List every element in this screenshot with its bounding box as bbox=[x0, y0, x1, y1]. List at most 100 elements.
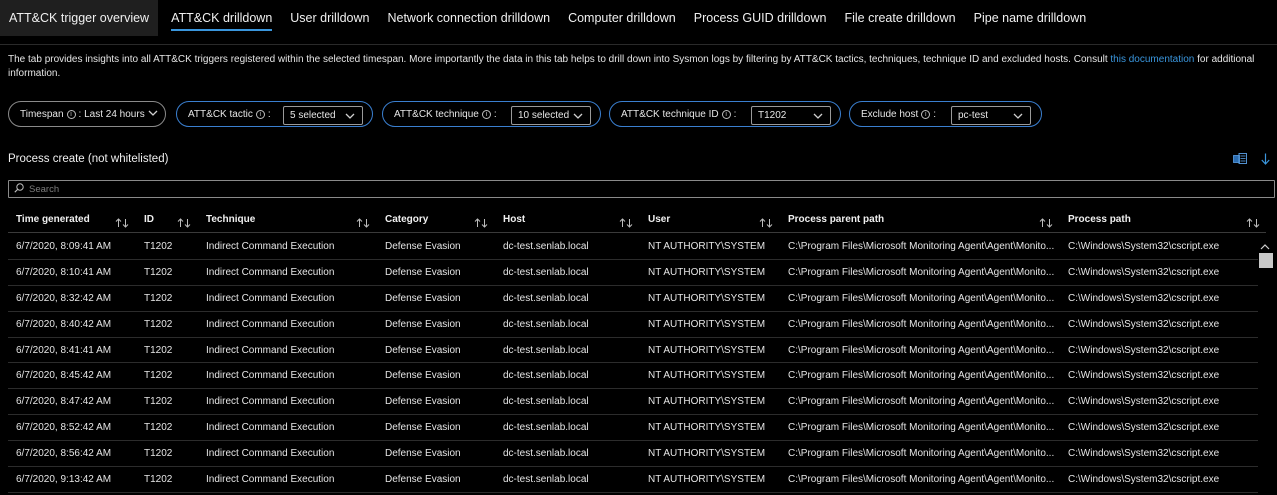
cell-technique: Indirect Command Execution bbox=[206, 422, 335, 434]
table-row[interactable]: 6/7/2020, 8:40:42 AM T1202 Indirect Comman… bbox=[8, 312, 1258, 338]
tab-attack-drilldown[interactable]: ATT&CK drilldown bbox=[162, 0, 281, 36]
search-box bbox=[8, 180, 1275, 198]
attack-technique-label: ATT&CK technique bbox=[394, 108, 479, 120]
table-row[interactable]: 6/7/2020, 8:32:42 AM T1202 Indirect Comman… bbox=[8, 286, 1258, 312]
down-arrow-icon[interactable] bbox=[1261, 152, 1270, 170]
info-icon: i bbox=[255, 109, 265, 119]
colon-separator: : bbox=[733, 108, 737, 120]
cell-process-path: C:\Windows\System32\cscript.exe bbox=[1068, 241, 1220, 252]
tab-network-connection-drilldown[interactable]: Network connection drilldown bbox=[378, 0, 559, 36]
table-row[interactable]: 6/7/2020, 8:09:41 AM T1202 Indirect Comman… bbox=[8, 234, 1258, 260]
cell-category: Defense Evasion bbox=[385, 474, 461, 486]
column-header-time-generated[interactable]: Time generated bbox=[16, 206, 90, 233]
sort-arrows-icon[interactable] bbox=[1039, 215, 1053, 233]
cell-process-path: C:\Windows\System32\cscript.exe bbox=[1068, 448, 1220, 460]
chevron-down-icon bbox=[573, 110, 583, 120]
cell-technique: Indirect Command Execution bbox=[206, 266, 335, 278]
table-row[interactable]: 6/7/2020, 8:56:42 AM T1202 Indirect Comman… bbox=[8, 441, 1258, 468]
cell-id: T1202 bbox=[144, 396, 173, 408]
column-header-category[interactable]: Category bbox=[385, 206, 428, 233]
documentation-link[interactable]: this documentation bbox=[1110, 54, 1194, 65]
colon-separator: : bbox=[933, 108, 937, 120]
chevron-down-icon bbox=[148, 110, 158, 117]
cell-category: Defense Evasion bbox=[385, 370, 461, 382]
section-title: Process create (not whitelisted) bbox=[8, 153, 169, 165]
cell-user: NT AUTHORITY\SYSTEM bbox=[648, 422, 766, 434]
table-row[interactable]: 6/7/2020, 9:13:42 AM T1202 Indirect Comman… bbox=[8, 467, 1258, 493]
sort-arrows-icon[interactable] bbox=[474, 215, 488, 233]
cell-host: dc-test.senlab.local bbox=[503, 241, 589, 252]
cell-technique: Indirect Command Execution bbox=[206, 292, 335, 304]
tab-attack-trigger-overview[interactable]: ATT&CK trigger overview bbox=[0, 0, 159, 36]
cell-process-parent-path: C:\Program Files\Microsoft Monitoring Ag… bbox=[788, 292, 1055, 304]
attack-tactic-label: ATT&CK tactic bbox=[188, 108, 253, 120]
description-body: The tab provides insights into all ATT&C… bbox=[8, 54, 1111, 65]
table-row[interactable]: 6/7/2020, 8:47:42 AM T1202 Indirect Comman… bbox=[8, 389, 1258, 416]
column-header-user[interactable]: User bbox=[648, 206, 670, 233]
cell-host: dc-test.senlab.local bbox=[503, 318, 589, 330]
cell-category: Defense Evasion bbox=[385, 292, 461, 304]
cell-technique: Indirect Command Execution bbox=[206, 318, 335, 330]
column-header-host[interactable]: Host bbox=[503, 206, 525, 233]
sort-arrows-icon[interactable] bbox=[356, 215, 370, 233]
cell-id: T1202 bbox=[144, 318, 173, 330]
cell-category: Defense Evasion bbox=[385, 241, 461, 252]
sort-arrows-icon[interactable] bbox=[177, 215, 191, 233]
table-row[interactable]: 6/7/2020, 8:45:42 AM T1202 Indirect Comman… bbox=[8, 363, 1258, 390]
attack-technique-select[interactable]: 10 selected bbox=[511, 106, 591, 125]
export-excel-icon[interactable] bbox=[1233, 152, 1247, 170]
sort-arrows-icon[interactable] bbox=[1246, 215, 1260, 233]
exclude-host-select[interactable]: pc-test bbox=[951, 106, 1031, 125]
cell-time-generated: 6/7/2020, 9:13:42 AM bbox=[16, 474, 112, 486]
attack-technique-id-select[interactable]: T1202 bbox=[751, 106, 831, 125]
tabs-divider bbox=[0, 44, 1277, 45]
cell-host: dc-test.senlab.local bbox=[503, 474, 589, 486]
table-row[interactable]: 6/7/2020, 8:10:41 AM T1202 Indirect Comman… bbox=[8, 260, 1258, 286]
sort-arrows-icon[interactable] bbox=[115, 215, 129, 233]
cell-category: Defense Evasion bbox=[385, 344, 461, 356]
description-text: The tab provides insights into all ATT&C… bbox=[8, 53, 1268, 80]
cell-technique: Indirect Command Execution bbox=[206, 396, 335, 408]
cell-id: T1202 bbox=[144, 266, 173, 278]
tab-pipe-name-drilldown[interactable]: Pipe name drilldown bbox=[965, 0, 1096, 36]
cell-host: dc-test.senlab.local bbox=[503, 422, 589, 434]
attack-technique-value: 10 selected bbox=[518, 110, 570, 121]
column-header-id[interactable]: ID bbox=[144, 206, 154, 233]
table-row[interactable]: 6/7/2020, 8:52:42 AM T1202 Indirect Comman… bbox=[8, 415, 1258, 442]
column-header-technique[interactable]: Technique bbox=[206, 206, 255, 233]
tab-computer-drilldown[interactable]: Computer drilldown bbox=[559, 0, 685, 36]
exclude-host-value: pc-test bbox=[958, 110, 989, 121]
chevron-down-icon bbox=[1013, 110, 1023, 120]
cell-process-parent-path: C:\Program Files\Microsoft Monitoring Ag… bbox=[788, 241, 1055, 252]
chevron-down-icon bbox=[813, 110, 823, 120]
cell-host: dc-test.senlab.local bbox=[503, 370, 589, 382]
table-row[interactable]: 6/7/2020, 8:41:41 AM T1202 Indirect Comman… bbox=[8, 338, 1258, 364]
exclude-host-label-group: Exclude host i : bbox=[850, 109, 936, 120]
cell-process-path: C:\Windows\System32\cscript.exe bbox=[1068, 266, 1220, 278]
attack-technique-id-value: T1202 bbox=[758, 110, 787, 121]
cell-process-path: C:\Windows\System32\cscript.exe bbox=[1068, 292, 1220, 304]
cell-process-path: C:\Windows\System32\cscript.exe bbox=[1068, 422, 1220, 434]
sort-arrows-icon[interactable] bbox=[619, 215, 633, 233]
attack-technique-label-group: ATT&CK technique i : bbox=[383, 109, 497, 120]
cell-time-generated: 6/7/2020, 8:41:41 AM bbox=[16, 344, 112, 356]
tab-file-create-drilldown[interactable]: File create drilldown bbox=[835, 0, 964, 36]
timespan-value: : Last 24 hours bbox=[78, 108, 145, 120]
cell-process-path: C:\Windows\System32\cscript.exe bbox=[1068, 474, 1220, 486]
column-header-process-path[interactable]: Process path bbox=[1068, 206, 1131, 233]
column-header-process-parent-path[interactable]: Process parent path bbox=[788, 206, 884, 233]
scrollbar-thumb[interactable] bbox=[1259, 253, 1273, 268]
cell-user: NT AUTHORITY\SYSTEM bbox=[648, 292, 766, 304]
cell-user: NT AUTHORITY\SYSTEM bbox=[648, 344, 766, 356]
search-input[interactable] bbox=[29, 183, 1229, 195]
timespan-filter[interactable]: Timespan i : Last 24 hours bbox=[8, 101, 166, 127]
tab-user-drilldown[interactable]: User drilldown bbox=[281, 0, 378, 36]
cell-category: Defense Evasion bbox=[385, 266, 461, 278]
attack-tactic-select[interactable]: 5 selected bbox=[283, 106, 363, 125]
table-body: 6/7/2020, 8:09:41 AM T1202 Indirect Comman… bbox=[8, 234, 1258, 493]
sort-arrows-icon[interactable] bbox=[759, 215, 773, 233]
cell-id: T1202 bbox=[144, 474, 173, 486]
tab-process-guid-drilldown[interactable]: Process GUID drilldown bbox=[685, 0, 836, 36]
info-icon: i bbox=[66, 109, 76, 119]
cell-process-parent-path: C:\Program Files\Microsoft Monitoring Ag… bbox=[788, 266, 1055, 278]
